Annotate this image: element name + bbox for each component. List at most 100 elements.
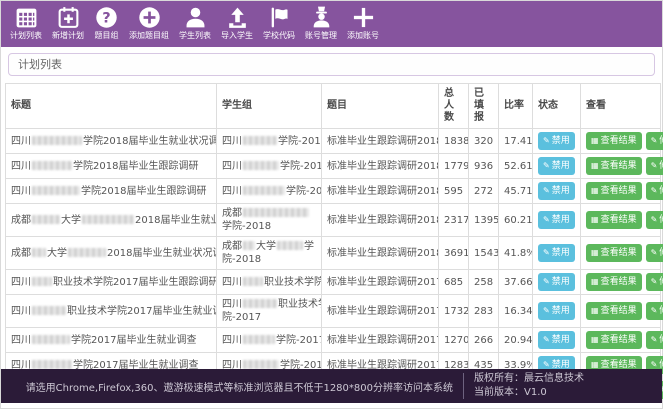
svg-text:?: ? xyxy=(102,10,110,27)
edit-button[interactable]: ✎修改 xyxy=(646,302,663,320)
text-segment: 职业技术学 xyxy=(278,299,322,310)
disable-button[interactable]: ✎禁用 xyxy=(538,182,575,200)
text-segment: 职业技术学院-2017 xyxy=(264,277,322,288)
footer-divider xyxy=(463,373,464,399)
toolbar-item-add-question-group[interactable]: 添加题目组 xyxy=(124,3,174,44)
view-results-button[interactable]: ▦查看结果 xyxy=(586,302,642,320)
edit-button[interactable]: ✎修改 xyxy=(646,182,663,200)
total-count-cell: 685 xyxy=(439,270,469,295)
student-group-cell: 四川职业技术学院-2017 xyxy=(217,295,322,328)
status-cell: ✎禁用 xyxy=(533,129,581,154)
text-segment: 2018届毕业生就业状况调查 xyxy=(135,215,217,226)
disable-icon: ✎ xyxy=(543,186,550,195)
calendar-icon xyxy=(14,5,39,30)
status-cell: ✎禁用 xyxy=(533,237,581,270)
total-count-cell: 595 xyxy=(439,179,469,204)
edit-label: 修改 xyxy=(659,161,663,171)
view-results-button[interactable]: ▦查看结果 xyxy=(586,182,642,200)
toolbar-item-plan-list[interactable]: 计划列表 xyxy=(5,3,47,44)
disable-button[interactable]: ✎禁用 xyxy=(538,331,575,349)
actions-cell: ▦查看结果✎修改 xyxy=(581,179,661,204)
view-results-button[interactable]: ▦查看结果 xyxy=(586,244,642,262)
edit-button[interactable]: ✎修改 xyxy=(646,244,663,262)
disable-button[interactable]: ✎禁用 xyxy=(538,132,575,150)
view-results-button[interactable]: ▦查看结果 xyxy=(586,331,642,349)
view-results-label: 查看结果 xyxy=(601,215,637,225)
toolbar-item-import-students[interactable]: 导入学生 xyxy=(216,3,258,44)
text-segment: 四川 xyxy=(11,306,31,317)
total-count-cell: 1838 xyxy=(439,129,469,154)
total-count-cell: 2317 xyxy=(439,204,469,237)
table-row: 四川学院2017届毕业生就业调查四川学院-2017标准毕业生跟踪调研201701… xyxy=(6,328,661,353)
question-cell: 标准毕业生跟踪调研201801版 xyxy=(322,237,439,270)
redacted-text xyxy=(243,208,309,217)
text-segment: 学院2018届毕业生跟踪调研 xyxy=(73,161,198,172)
plan-table-body: 四川学院2018届毕业生就业状况调查四川学院-2018标准毕业生跟踪调研2018… xyxy=(6,129,661,403)
view-results-icon: ▦ xyxy=(591,277,599,286)
edit-button[interactable]: ✎修改 xyxy=(646,157,663,175)
disable-button[interactable]: ✎禁用 xyxy=(538,157,575,175)
toolbar-item-new-plan[interactable]: 新增计划 xyxy=(47,3,89,44)
toolbar-item-student-list[interactable]: 学生列表 xyxy=(174,3,216,44)
edit-button[interactable]: ✎修改 xyxy=(646,132,663,150)
redacted-text xyxy=(243,360,279,369)
question-cell: 标准毕业生跟踪调研201801版 xyxy=(322,129,439,154)
redacted-text xyxy=(68,248,106,257)
view-results-icon: ▦ xyxy=(591,215,599,224)
edit-icon: ✎ xyxy=(651,277,658,286)
flag-icon xyxy=(267,5,292,30)
redacted-text xyxy=(243,136,277,145)
text-segment: 学院-2018 xyxy=(280,161,322,172)
text-segment: 成都 xyxy=(222,208,242,219)
disable-button[interactable]: ✎禁用 xyxy=(538,211,575,229)
view-results-button[interactable]: ▦查看结果 xyxy=(586,211,642,229)
view-results-icon: ▦ xyxy=(591,248,599,257)
edit-icon: ✎ xyxy=(651,161,658,170)
account-icon xyxy=(309,5,334,30)
plan-title-cell: 成都大学2018届毕业生就业状况调查 xyxy=(6,204,217,237)
status-cell: ✎禁用 xyxy=(533,179,581,204)
toolbar-item-school-code[interactable]: 学校代码 xyxy=(258,3,300,44)
view-results-icon: ▦ xyxy=(591,186,599,195)
actions-cell: ▦查看结果✎修改 xyxy=(581,154,661,179)
column-header-total: 总人数 xyxy=(439,84,469,129)
view-results-button[interactable]: ▦查看结果 xyxy=(586,157,642,175)
page-footer: 请选用Chrome,Firefox,360、遨游极速模式等标准浏览器且不低于12… xyxy=(1,369,662,403)
user-icon xyxy=(183,5,208,30)
redacted-text xyxy=(32,248,46,257)
edit-button[interactable]: ✎修改 xyxy=(646,211,663,229)
redacted-text xyxy=(82,215,134,224)
disable-icon: ✎ xyxy=(543,277,550,286)
plan-title-cell: 成都大学2018届毕业生就业状况调查 xyxy=(6,237,217,270)
column-header-question: 题目 xyxy=(322,84,439,129)
disable-button[interactable]: ✎禁用 xyxy=(538,273,575,291)
redacted-text xyxy=(243,299,277,308)
view-results-button[interactable]: ▦查看结果 xyxy=(586,273,642,291)
text-segment: 四川 xyxy=(222,299,242,310)
text-segment: 学院-2018 xyxy=(278,136,322,147)
disable-button[interactable]: ✎禁用 xyxy=(538,244,575,262)
view-results-button[interactable]: ▦查看结果 xyxy=(586,132,642,150)
student-group-cell: 成都大学学院-2018 xyxy=(217,237,322,270)
student-group-cell: 四川职业技术学院-2017 xyxy=(217,270,322,295)
rate-cell: 41.8% xyxy=(499,237,533,270)
filled-count-cell: 1395 xyxy=(469,204,499,237)
total-count-cell: 1732 xyxy=(439,295,469,328)
edit-button[interactable]: ✎修改 xyxy=(646,273,663,291)
edit-button[interactable]: ✎修改 xyxy=(646,331,663,349)
edit-label: 修改 xyxy=(659,186,663,196)
redacted-text xyxy=(32,335,70,344)
plus-icon xyxy=(351,5,376,30)
text-segment: 职业技术学院2017届毕业生就业调查 xyxy=(67,306,217,317)
student-group-cell: 四川学院-2017 xyxy=(217,328,322,353)
filled-count-cell: 936 xyxy=(469,154,499,179)
disable-button[interactable]: ✎禁用 xyxy=(538,302,575,320)
table-row: 四川职业技术学院2017届毕业生就业调查四川职业技术学院-2017标准毕业生跟踪… xyxy=(6,295,661,328)
edit-icon: ✎ xyxy=(651,136,658,145)
view-results-label: 查看结果 xyxy=(601,306,637,316)
toolbar-item-add-account[interactable]: 添加账号 xyxy=(342,3,384,44)
toolbar-item-account-management[interactable]: 账号管理 xyxy=(300,3,342,44)
text-segment: 学院-2018 xyxy=(222,221,271,232)
toolbar-item-question-group[interactable]: ? 题目组 xyxy=(89,3,124,44)
calendar-plus-icon xyxy=(56,5,81,30)
